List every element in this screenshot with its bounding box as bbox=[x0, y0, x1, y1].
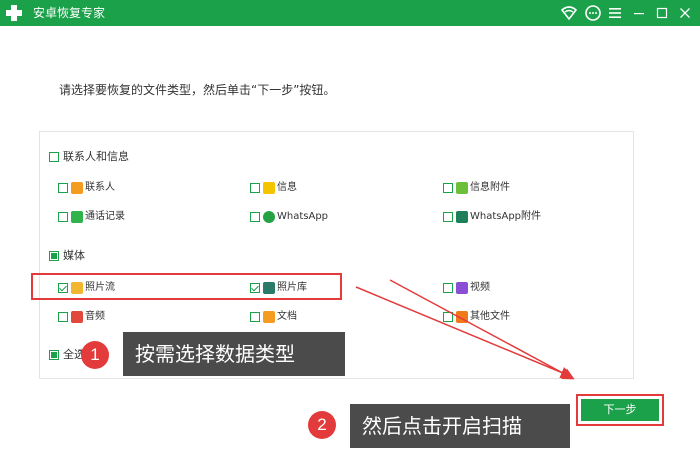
contacts-icon bbox=[71, 182, 83, 194]
wifi-icon[interactable] bbox=[560, 4, 578, 22]
attachment-icon bbox=[456, 182, 468, 194]
message-label: 信息 bbox=[277, 182, 297, 193]
audio-icon bbox=[71, 311, 83, 323]
media-group-label: 媒体 bbox=[63, 249, 85, 262]
message-icon bbox=[263, 182, 275, 194]
app-logo-icon bbox=[6, 5, 22, 21]
message-attachment-label: 信息附件 bbox=[470, 182, 510, 193]
selection-highlight-box bbox=[31, 273, 342, 300]
instruction-text: 请选择要恢复的文件类型，然后单击“下一步”按钮。 bbox=[59, 83, 336, 97]
step-1-callout: 按需选择数据类型 bbox=[123, 332, 345, 376]
step-1-badge: 1 bbox=[81, 341, 109, 369]
document-icon bbox=[263, 311, 275, 323]
step-2-badge: 2 bbox=[308, 411, 336, 439]
whatsapp-label: WhatsApp bbox=[277, 211, 329, 222]
minimize-icon[interactable] bbox=[630, 4, 648, 22]
audio-checkbox[interactable] bbox=[58, 312, 68, 322]
message-checkbox[interactable] bbox=[250, 183, 260, 193]
whatsapp-icon bbox=[263, 211, 275, 223]
video-icon bbox=[456, 282, 468, 294]
video-label: 视频 bbox=[470, 282, 490, 293]
app-title: 安卓恢复专家 bbox=[33, 6, 106, 20]
whatsapp-attachment-label: WhatsApp附件 bbox=[470, 211, 542, 222]
other-files-label: 其他文件 bbox=[470, 311, 510, 322]
video-checkbox[interactable] bbox=[443, 283, 453, 293]
whatsapp-attachment-icon bbox=[456, 211, 468, 223]
whatsapp-attachment-checkbox[interactable] bbox=[443, 212, 453, 222]
maximize-icon[interactable] bbox=[653, 4, 671, 22]
other-files-checkbox[interactable] bbox=[443, 312, 453, 322]
call-log-label: 通话记录 bbox=[85, 211, 125, 222]
document-checkbox[interactable] bbox=[250, 312, 260, 322]
media-group-checkbox[interactable] bbox=[49, 251, 59, 261]
close-icon[interactable] bbox=[676, 4, 694, 22]
message-attachment-checkbox[interactable] bbox=[443, 183, 453, 193]
step-2-callout: 然后点击开启扫描 bbox=[350, 404, 570, 448]
other-files-icon bbox=[456, 311, 468, 323]
whatsapp-checkbox[interactable] bbox=[250, 212, 260, 222]
select-all-checkbox[interactable] bbox=[49, 350, 59, 360]
chat-icon[interactable] bbox=[584, 4, 602, 22]
call-log-icon bbox=[71, 211, 83, 223]
contacts-label: 联系人 bbox=[85, 182, 115, 193]
audio-label: 音频 bbox=[85, 311, 105, 322]
contacts-group-label: 联系人和信息 bbox=[63, 150, 129, 163]
document-label: 文档 bbox=[277, 311, 297, 322]
title-bar: 安卓恢复专家 bbox=[0, 0, 700, 26]
menu-icon[interactable] bbox=[606, 4, 624, 22]
contacts-group-checkbox[interactable] bbox=[49, 152, 59, 162]
next-button[interactable]: 下一步 bbox=[581, 399, 659, 421]
contacts-checkbox[interactable] bbox=[58, 183, 68, 193]
call-log-checkbox[interactable] bbox=[58, 212, 68, 222]
